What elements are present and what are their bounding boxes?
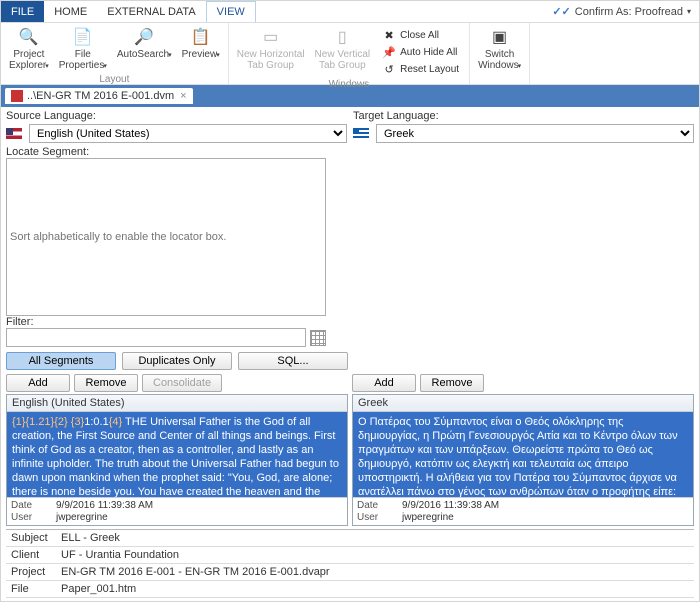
tm-icon: [11, 90, 23, 102]
explorer-icon: 🔍: [19, 27, 39, 47]
date-label-t: Date: [357, 500, 394, 511]
grid-icon[interactable]: [310, 330, 326, 346]
document-tab[interactable]: ..\EN-GR TM 2016 E-001.dvm ×: [5, 88, 193, 104]
target-language-label: Target Language:: [353, 110, 694, 122]
project-explorer-button[interactable]: 🔍ProjectExplorer: [5, 25, 53, 74]
target-segment-1[interactable]: Ο Πατέρας του Σύμπαντος είναι ο Θεός ολό…: [353, 412, 693, 497]
target-user: jwperegrine: [402, 512, 689, 523]
file-label: File: [6, 581, 56, 597]
target-pane-header: Greek: [353, 395, 693, 412]
filter-label: Filter:: [6, 316, 694, 328]
checkmark-icon: ✓✓: [552, 5, 570, 18]
pin-icon: 📌: [382, 45, 396, 59]
reset-icon: ↺: [382, 62, 396, 76]
ribbon: 🔍ProjectExplorer 📄FileProperties 🔎 AutoSe…: [1, 23, 699, 85]
preview-button[interactable]: 📋 Preview: [178, 25, 224, 74]
source-language-select[interactable]: English (United States): [29, 124, 347, 143]
group-layout-label: Layout: [5, 74, 224, 86]
autosearch-button[interactable]: 🔎 AutoSearch: [113, 25, 176, 74]
source-pane-footer: DateUser 9/9/2016 11:39:38 AMjwperegrine: [7, 497, 347, 525]
switch-label: SwitchWindows: [478, 49, 521, 72]
sql-button[interactable]: SQL...: [238, 352, 348, 370]
gr-flag-icon: [353, 128, 369, 139]
consolidate-button[interactable]: Consolidate: [142, 374, 222, 392]
user-label-t: User: [357, 512, 394, 523]
autosearch-label: AutoSearch: [117, 49, 172, 61]
reset-label: Reset Layout: [400, 64, 459, 75]
confirm-label: Confirm As: Proofread: [575, 6, 683, 18]
hsplit-icon: ▭: [261, 27, 281, 47]
add-source-button[interactable]: Add: [6, 374, 70, 392]
preview-label: Preview: [182, 49, 220, 61]
client-label: Client: [6, 547, 56, 563]
group-windows-label: Windows: [233, 79, 465, 91]
new-horizontal-tab-group-button[interactable]: ▭New HorizontalTab Group: [233, 25, 309, 79]
source-pane-header: English (United States): [7, 395, 347, 412]
tab-home[interactable]: HOME: [44, 1, 97, 22]
nh-label: New HorizontalTab Group: [237, 49, 305, 71]
preview-icon: 📋: [191, 27, 211, 47]
add-target-button[interactable]: Add: [352, 374, 416, 392]
source-date: 9/9/2016 11:39:38 AM: [56, 500, 343, 511]
nv-label: New VerticalTab Group: [315, 49, 371, 71]
remove-source-button[interactable]: Remove: [74, 374, 138, 392]
all-segments-button[interactable]: All Segments: [6, 352, 116, 370]
binoculars-icon: 🔎: [134, 27, 154, 47]
project-label: Project: [6, 564, 56, 580]
us-flag-icon: [6, 128, 22, 139]
close-tab-icon[interactable]: ×: [180, 90, 186, 102]
switch-windows-button[interactable]: ▣SwitchWindows: [474, 25, 525, 74]
file-properties-label: FileProperties: [59, 49, 107, 72]
auto-hide-all-button[interactable]: 📌 Auto Hide All: [378, 44, 463, 60]
date-label: Date: [11, 500, 48, 511]
filter-input[interactable]: [6, 328, 306, 347]
chevron-down-icon: ▾: [687, 7, 691, 16]
source-user: jwperegrine: [56, 512, 343, 523]
source-language-label: Source Language:: [6, 110, 347, 122]
remove-target-button[interactable]: Remove: [420, 374, 484, 392]
target-pane-footer: DateUser 9/9/2016 11:39:38 AMjwperegrine: [353, 497, 693, 525]
reset-layout-button[interactable]: ↺ Reset Layout: [378, 61, 463, 77]
file-value: Paper_001.htm: [56, 581, 694, 597]
source-segment-1[interactable]: {1}{1.21}{2} {3}1:0.1{4} THE Universal F…: [7, 412, 347, 497]
source-pane-body[interactable]: {1}{1.21}{2} {3}1:0.1{4} THE Universal F…: [7, 412, 347, 497]
subject-label: Subject: [6, 530, 56, 546]
subject-value: ELL - Greek: [56, 530, 694, 546]
file-icon: 📄: [73, 27, 93, 47]
target-date: 9/9/2016 11:39:38 AM: [402, 500, 689, 511]
client-value: UF - Urantia Foundation: [56, 547, 694, 563]
autohide-label: Auto Hide All: [400, 47, 457, 58]
locate-segment-input[interactable]: [6, 158, 326, 316]
close-all-button[interactable]: ✖ Close All: [378, 27, 463, 43]
tab-file[interactable]: FILE: [1, 1, 44, 22]
close-all-label: Close All: [400, 30, 439, 41]
main-tab-bar: FILE HOME EXTERNAL DATA VIEW ✓✓ Confirm …: [1, 1, 699, 23]
new-vertical-tab-group-button[interactable]: ▯New VerticalTab Group: [311, 25, 375, 79]
metadata-panel: SubjectELL - Greek ClientUF - Urantia Fo…: [6, 529, 694, 598]
vsplit-icon: ▯: [332, 27, 352, 47]
user-label: User: [11, 512, 48, 523]
confirm-as-button[interactable]: ✓✓ Confirm As: Proofread ▾: [544, 1, 699, 22]
target-pane-body[interactable]: Ο Πατέρας του Σύμπαντος είναι ο Θεός ολό…: [353, 412, 693, 497]
duplicates-only-button[interactable]: Duplicates Only: [122, 352, 232, 370]
project-value: EN-GR TM 2016 E-001 - EN-GR TM 2016 E-00…: [56, 564, 694, 580]
target-language-select[interactable]: Greek: [376, 124, 694, 143]
document-name: ..\EN-GR TM 2016 E-001.dvm: [27, 90, 174, 102]
tab-external-data[interactable]: EXTERNAL DATA: [97, 1, 205, 22]
close-icon: ✖: [382, 28, 396, 42]
locate-segment-label: Locate Segment:: [6, 146, 694, 158]
project-explorer-label: ProjectExplorer: [9, 49, 49, 72]
tab-view[interactable]: VIEW: [206, 1, 256, 22]
file-properties-button[interactable]: 📄FileProperties: [55, 25, 111, 74]
windows-icon: ▣: [490, 27, 510, 47]
